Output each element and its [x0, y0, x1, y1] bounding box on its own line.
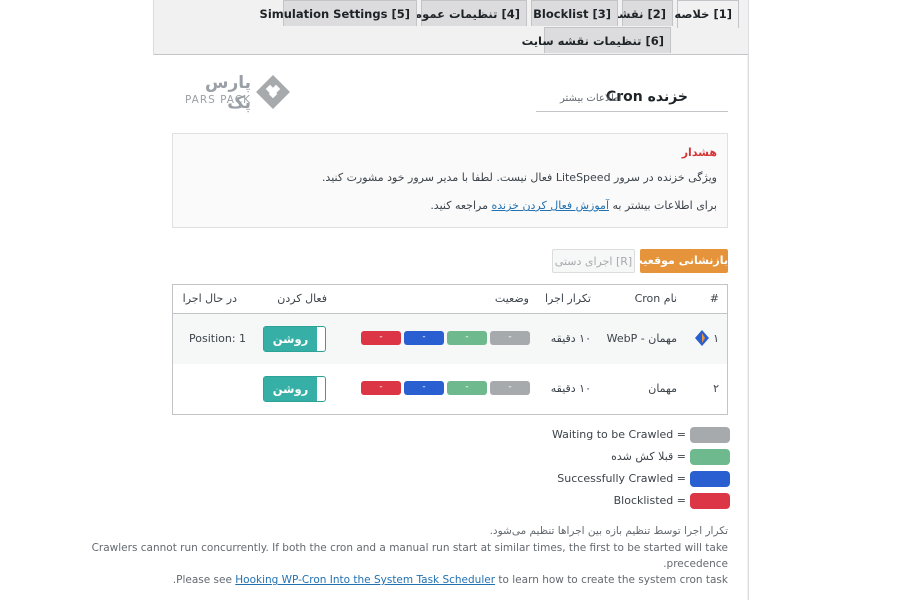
th-num: #: [709, 292, 719, 305]
row-freq: ۱۰ دقیقه: [550, 382, 591, 395]
tab-general-settings[interactable]: [4] تنظیمات عمومی: [403, 0, 527, 26]
page-title-wrap: خزنده Cron اطلاعات بیشتر: [536, 87, 728, 112]
tab-summary[interactable]: [1] خلاصه: [674, 0, 739, 28]
status-pill-waiting: -: [490, 381, 530, 395]
table-row: ۲ مهمان ۱۰ دقیقه - - - - روشن: [173, 364, 727, 414]
th-running: در حال اجرا: [182, 292, 237, 305]
notice-line2: برای اطلاعات بیشتر به آموزش فعال کردن خز…: [430, 199, 717, 212]
status-pill-cached: -: [447, 331, 487, 345]
footer-line4: .Please see Hooking WP-Cron Into the Sys…: [173, 574, 728, 586]
status-pill-crawled: -: [404, 381, 444, 395]
row-name: مهمان: [648, 382, 677, 395]
status-pill-blocklisted: -: [361, 381, 401, 395]
footer-line4-prefix: .Please see: [172, 574, 232, 586]
legend-swatch-green: [690, 449, 730, 465]
status-pill-waiting: -: [490, 331, 530, 345]
legend-swatch-red: [690, 493, 730, 509]
logo-name: پارس پک: [204, 73, 251, 113]
table-row: ۱ مهمان - WebP ۱۰ دقیقه - - - - روشن Pos…: [173, 314, 727, 364]
manual-run-button[interactable]: [R] اجرای دستی: [552, 249, 635, 273]
legend-blocklisted: Blocklisted =: [560, 493, 730, 511]
notice-heading: هشدار: [681, 146, 717, 159]
status-pill-cached: -: [447, 381, 487, 395]
crawler-guide-link[interactable]: آموزش فعال کردن خزنده: [491, 199, 609, 212]
status-pill-crawled: -: [404, 331, 444, 345]
warning-notice: هشدار ویژگی خزنده در سرور LiteSpeed فعال…: [172, 133, 728, 228]
legend-label: = قبلا کش شده: [611, 450, 686, 463]
legend-waiting: Waiting to be Crawled =: [552, 427, 730, 445]
legend-label: Successfully Crawled =: [557, 472, 686, 485]
more-info-link[interactable]: اطلاعات بیشتر: [560, 93, 622, 104]
notice-line2-prefix: برای اطلاعات بیشتر به: [612, 199, 717, 212]
legend-label: Waiting to be Crawled =: [551, 428, 686, 441]
legend-crawled: Successfully Crawled =: [557, 471, 730, 489]
logo-sub: PARS PACK: [185, 94, 252, 106]
th-status: وضعیت: [494, 292, 529, 305]
legend-label: Blocklisted =: [613, 494, 686, 507]
litespeed-icon: [695, 330, 709, 346]
notice-line1: ویژگی خزنده در سرور LiteSpeed فعال نیست.…: [321, 171, 717, 184]
notice-line2-suffix: مراجعه کنید.: [430, 199, 488, 212]
activate-toggle[interactable]: روشن: [263, 376, 326, 402]
crawler-table: # نام Cron تکرار اجرا وضعیت فعال کردن در…: [172, 284, 728, 415]
footer-line2: Crawlers cannot run concurrently. If bot…: [91, 542, 728, 554]
footer-line3: .precedence: [663, 558, 728, 570]
parspack-diamond-icon: [256, 75, 290, 109]
toggle-on-label: روشن: [264, 377, 317, 401]
toggle-on-label: روشن: [264, 327, 317, 351]
status-pill-blocklisted: -: [361, 331, 401, 345]
reset-position-button[interactable]: بازنشانی موقعیت: [632, 249, 728, 273]
row-num: ۲: [713, 382, 719, 395]
tab-simulation-settings[interactable]: [5] Simulation Settings: [260, 0, 417, 26]
wp-cron-guide-link[interactable]: Hooking WP-Cron Into the System Task Sch…: [235, 574, 495, 586]
legend-cached: = قبلا کش شده: [560, 449, 730, 467]
th-activate: فعال کردن: [277, 292, 327, 305]
parspack-logo: پارس پک PARS PACK: [185, 73, 295, 113]
activate-toggle[interactable]: روشن: [263, 326, 326, 352]
footer-line1: تکرار اجرا توسط تنظیم بازه بین اجراها تن…: [489, 525, 728, 537]
footer-line4-suffix: to learn how to create the system cron t…: [498, 574, 728, 586]
tab-map[interactable]: [2] نقشه: [612, 0, 673, 26]
running-position: Position: 1: [189, 332, 247, 345]
th-freq: تکرار اجرا: [544, 292, 591, 305]
row-num: ۱: [713, 332, 719, 345]
row-freq: ۱۰ دقیقه: [550, 332, 591, 345]
th-name: نام Cron: [634, 292, 677, 305]
tab-bar: [1] خلاصه [2] نقشه [3] Blocklist [4] تنظ…: [154, 0, 748, 55]
legend-swatch-gray: [690, 427, 730, 443]
row-name: مهمان - WebP: [606, 332, 677, 345]
tab-sitemap-settings[interactable]: [6] تنظیمات نقشه سایت: [522, 27, 671, 53]
tab-blocklist[interactable]: [3] Blocklist: [531, 0, 618, 26]
legend-swatch-blue: [690, 471, 730, 487]
